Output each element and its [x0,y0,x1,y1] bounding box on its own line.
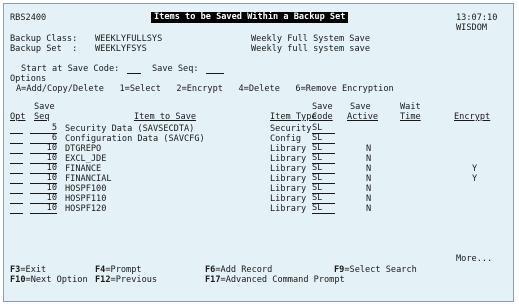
save-active: N [366,184,372,194]
fkey-f6[interactable]: F6=Add Record [205,265,272,275]
col-wait-top: Wait [400,102,421,112]
opt-input[interactable] [10,194,23,204]
item-name: DTGREPO [65,144,102,154]
encrypt-flag: Y [472,174,478,184]
fkey-f12[interactable]: F12=Previous [95,275,157,285]
fkey-f12-key: F12 [95,275,111,285]
item-type: Library [270,204,307,214]
backup-class-label: Backup Class: [10,34,78,44]
item-type: Library [270,154,307,164]
start-seq-input[interactable] [206,64,224,74]
fkey-f3-key: F3 [10,265,21,275]
clock-time: 13:07:10 [456,13,498,23]
opt-input[interactable] [10,204,23,214]
terminal-screen: RBS2400 Items to be Saved Within a Backu… [3,3,514,302]
opt-input[interactable] [10,184,23,194]
fkey-f3-label: =Exit [20,265,47,275]
backup-set-desc: Weekly full system save [251,44,370,54]
backup-set-value: WEEKLYFSYS [95,44,147,54]
start-seq-label: Save Seq: [152,64,199,74]
fkey-f9-label: =Select Search [344,265,417,275]
item-name: EXCL_JDE [65,154,107,164]
item-name: Security Data (SAVSECDTA) [65,124,195,134]
fkey-f17[interactable]: F17=Advanced Command Prompt [205,275,345,285]
item-type: Library [270,194,307,204]
save-active: N [366,144,372,154]
opt-input[interactable] [10,144,23,154]
col-seq: Seq [34,112,50,122]
fkey-f10-key: F10 [10,275,26,285]
fkey-f10[interactable]: F10=Next Option [10,275,88,285]
col-item: Item to Save [133,112,197,122]
more-indicator: More... [456,254,493,264]
fkey-f4[interactable]: F4=Prompt [95,265,142,275]
opt-input[interactable] [10,174,23,184]
save-active: N [366,154,372,164]
item-name: HOSPF100 [65,184,107,194]
save-active: N [366,194,372,204]
start-code-label: Start at Save Code: [21,64,120,74]
col-opt: Opt [10,112,26,122]
save-active: N [366,164,372,174]
item-name: HOSPF110 [65,194,107,204]
col-active: Active [347,112,379,122]
opt-input[interactable] [10,154,23,164]
fkey-f17-label: =Advanced Command Prompt [220,275,345,285]
col-active-top: Save [350,102,371,112]
screen-title: Items to be Saved Within a Backup Set [151,12,349,23]
save-active: N [366,204,372,214]
backup-class-desc: Weekly Full System Save [251,34,370,44]
encrypt-flag: Y [472,164,478,174]
start-code-input[interactable] [127,64,141,74]
item-type: Config [270,134,302,144]
item-type: Security [270,124,312,134]
item-name: FINANCIAL [65,174,112,184]
opt-input[interactable] [10,134,23,144]
fkey-f17-key: F17 [205,275,221,285]
col-seq-top: Save [34,102,55,112]
options-heading: Options [10,74,47,84]
col-code-top: Save [312,102,333,112]
col-type: Item Type [270,112,317,122]
item-type: Library [270,174,307,184]
backup-class-value: WEEKLYFULLSYS [95,34,163,44]
save-code-input[interactable]: SL [312,204,335,214]
fkey-f9-key: F9 [334,265,345,275]
col-code: Code [312,112,333,122]
fkey-f9[interactable]: F9=Select Search [334,265,417,275]
fkey-f4-label: =Prompt [105,265,142,275]
col-encrypt: Encrypt [454,112,491,122]
item-type: Library [270,164,307,174]
seq-input[interactable]: 10 [30,204,57,214]
item-name: HOSPF120 [65,204,107,214]
fkey-f12-label: =Previous [110,275,158,285]
options-legend: A=Add/Copy/Delete 1=Select 2=Encrypt 4=D… [16,84,394,94]
item-type: Library [270,184,307,194]
item-name: FINANCE [65,164,102,174]
item-name: Configuration Data (SAVCFG) [65,134,205,144]
item-type: Library [270,144,307,154]
program-name: RBS2400 [10,13,47,23]
fkey-f6-label: =Add Record [215,265,273,275]
opt-input[interactable] [10,164,23,174]
fkey-f3[interactable]: F3=Exit [10,265,46,275]
opt-input[interactable] [10,124,23,134]
col-wait: Time [400,112,421,122]
fkey-f10-label: =Next Option [25,275,88,285]
system-name: WISDOM [456,23,488,33]
backup-set-label: Backup Set : [10,44,78,54]
fkey-f6-key: F6 [205,265,216,275]
fkey-f4-key: F4 [95,265,106,275]
save-active: N [366,174,372,184]
